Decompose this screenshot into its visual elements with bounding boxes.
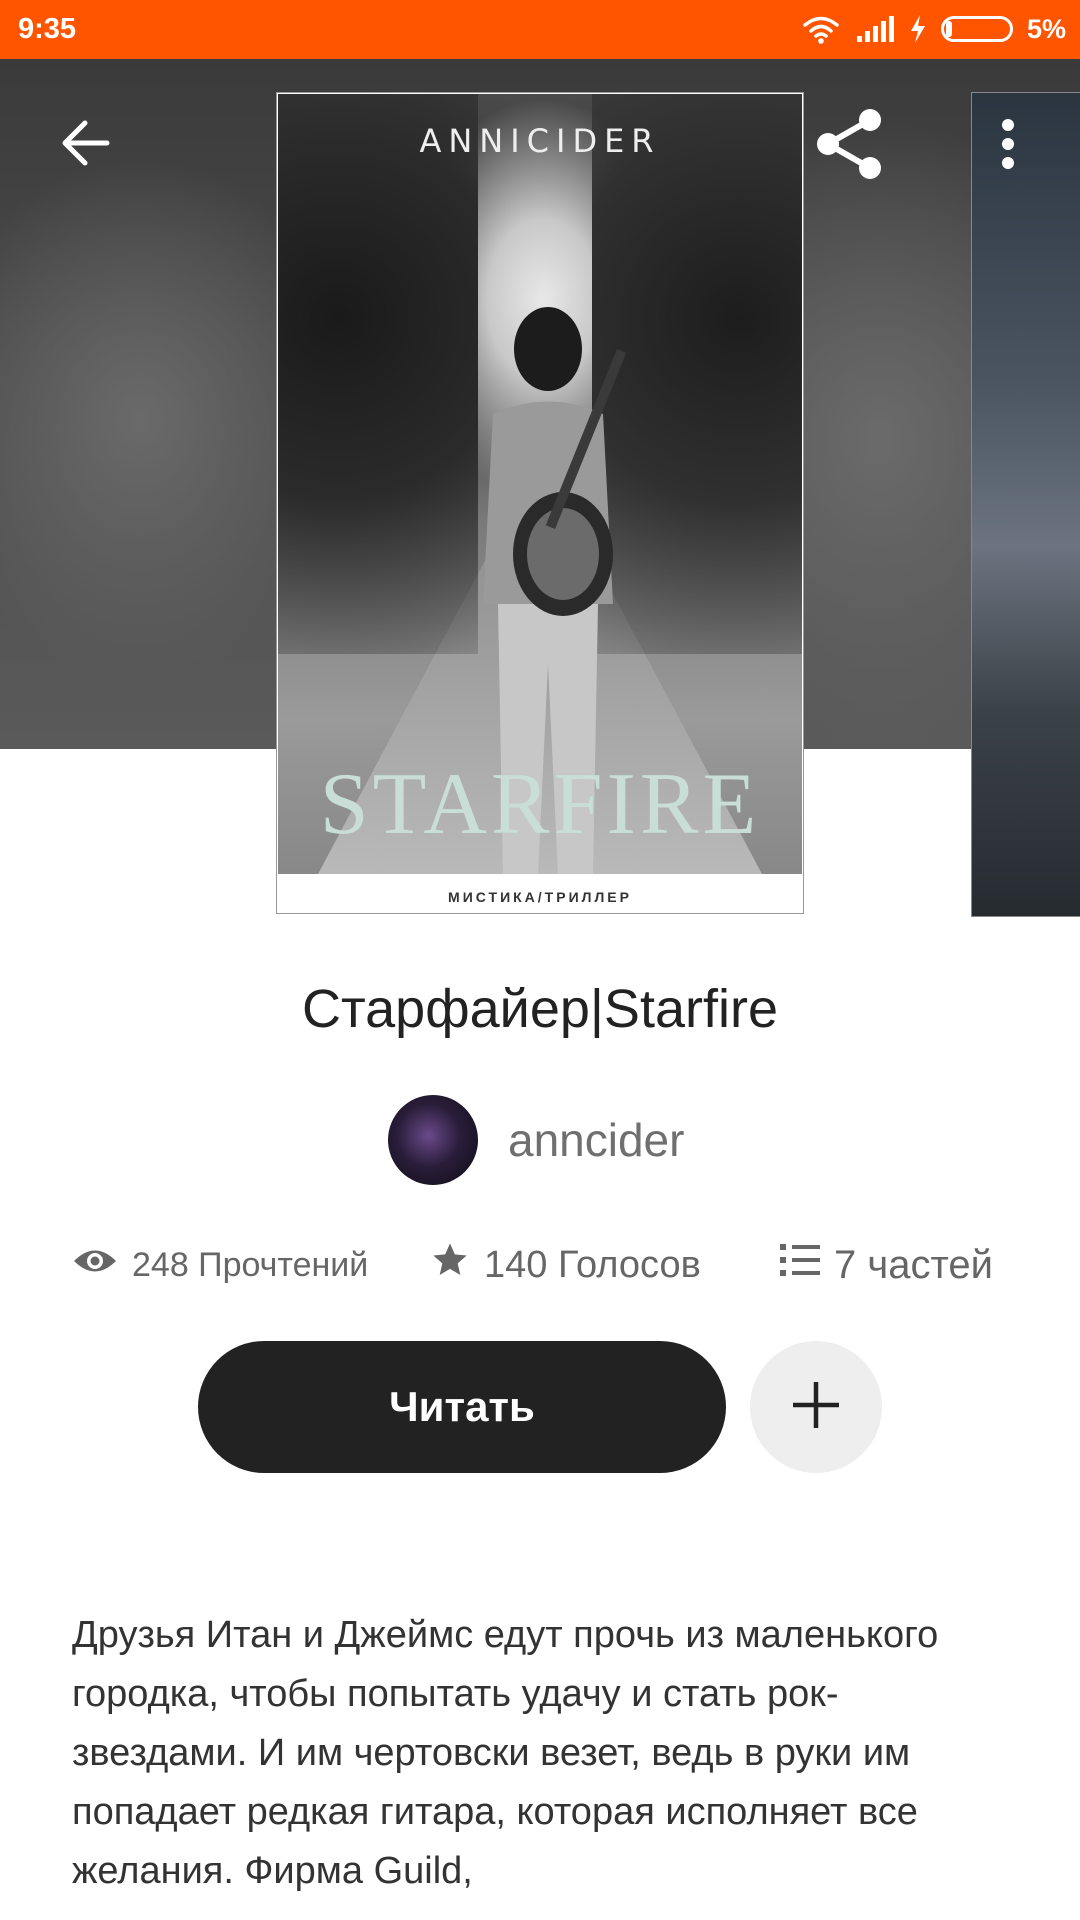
battery-icon bbox=[940, 16, 1013, 42]
status-time: 9:35 bbox=[18, 13, 77, 45]
story-title: Старфайер|Starfire bbox=[302, 979, 778, 1039]
signal-icon bbox=[855, 14, 895, 44]
votes-count: 140 Голосов bbox=[484, 1243, 701, 1286]
cover-title: STARFIRE bbox=[319, 756, 761, 853]
status-icons: 5% bbox=[801, 12, 1066, 46]
star-icon bbox=[430, 1240, 470, 1290]
story-stats: 248 Прочтений 140 Голосов 7 частей bbox=[72, 1240, 1012, 1290]
story-cover: ANNICIDER STARFIRE МИСТИКА/ТРИЛЛЕР bbox=[276, 92, 804, 914]
stat-reads: 248 Прочтений bbox=[72, 1240, 368, 1290]
battery-percent: 5% bbox=[1026, 13, 1066, 44]
story-description: Друзья Итан и Джеймс едут прочь из мален… bbox=[72, 1614, 939, 1892]
cover-image: ANNICIDER STARFIRE bbox=[278, 94, 802, 874]
avatar[interactable] bbox=[388, 1095, 478, 1185]
cover-author: ANNICIDER bbox=[419, 122, 661, 160]
charging-icon bbox=[909, 14, 927, 44]
list-icon bbox=[780, 1242, 820, 1288]
parts-count: 7 частей bbox=[834, 1242, 993, 1287]
wifi-icon bbox=[801, 14, 841, 44]
more-vert-icon[interactable] bbox=[986, 112, 1030, 176]
stat-parts: 7 частей bbox=[780, 1240, 993, 1290]
next-story-cover[interactable] bbox=[971, 92, 1080, 917]
back-arrow-icon[interactable] bbox=[50, 108, 120, 178]
author-name[interactable]: anncider bbox=[508, 1113, 684, 1167]
author-link[interactable]: anncider bbox=[388, 1095, 684, 1185]
cover-genre: МИСТИКА/ТРИЛЛЕР bbox=[448, 889, 632, 905]
read-button[interactable]: Читать bbox=[198, 1341, 726, 1473]
plus-icon bbox=[791, 1380, 841, 1435]
stat-votes: 140 Голосов bbox=[430, 1240, 701, 1290]
share-icon[interactable] bbox=[810, 106, 890, 182]
eye-icon bbox=[72, 1246, 118, 1285]
status-bar: 9:35 5% bbox=[0, 0, 1080, 59]
reads-count: 248 Прочтений bbox=[132, 1245, 369, 1284]
add-to-library-button[interactable] bbox=[750, 1341, 882, 1473]
